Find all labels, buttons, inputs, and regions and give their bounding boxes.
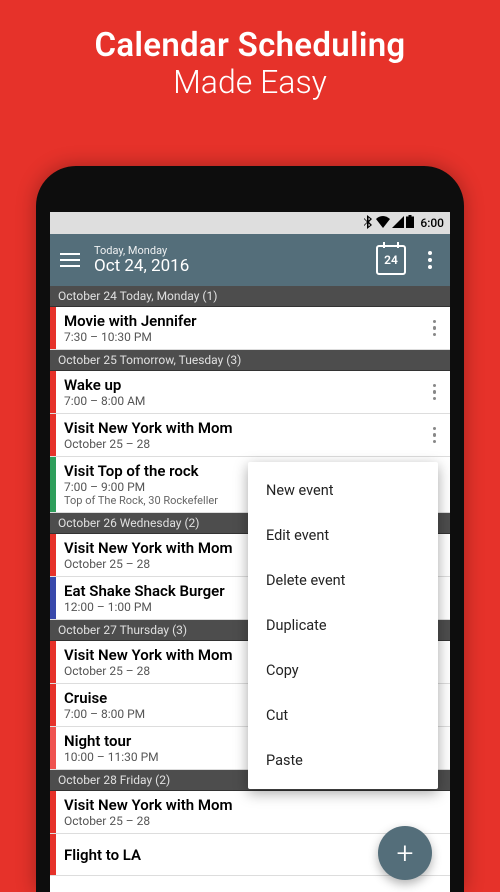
- menu-item[interactable]: Paste: [248, 738, 438, 783]
- event-title: Visit New York with Mom: [64, 796, 442, 814]
- section-header: October 25 Tomorrow, Tuesday (3): [50, 350, 450, 371]
- event-row[interactable]: Movie with Jennifer7:30 – 10:30 PM: [50, 307, 450, 350]
- promo-header: Calendar Scheduling Made Easy: [0, 0, 500, 121]
- menu-item[interactable]: Duplicate: [248, 603, 438, 648]
- event-body: Visit New York with MomOctober 25 – 28: [56, 414, 419, 456]
- event-body: Visit New York with MomOctober 25 – 28: [56, 791, 450, 833]
- bluetooth-icon: [364, 215, 374, 232]
- phone-frame: 6:00 Today, Monday Oct 24, 2016 24 Octob…: [36, 166, 464, 892]
- promo-subtitle: Made Easy: [0, 63, 500, 101]
- event-subtitle: October 25 – 28: [64, 814, 442, 828]
- event-overflow-icon[interactable]: [419, 376, 451, 409]
- phone-screen: 6:00 Today, Monday Oct 24, 2016 24 Octob…: [50, 212, 450, 892]
- promo-title: Calendar Scheduling: [0, 26, 500, 65]
- event-title: Movie with Jennifer: [64, 312, 411, 330]
- event-row[interactable]: Visit New York with MomOctober 25 – 28: [50, 791, 450, 834]
- event-row[interactable]: Wake up7:00 – 8:00 AM: [50, 371, 450, 414]
- menu-item[interactable]: Delete event: [248, 558, 438, 603]
- event-title: Visit New York with Mom: [64, 419, 411, 437]
- app-bar: Today, Monday Oct 24, 2016 24: [50, 234, 450, 286]
- date-selector[interactable]: Today, Monday Oct 24, 2016: [94, 245, 362, 276]
- menu-item[interactable]: Copy: [248, 648, 438, 693]
- event-subtitle: 7:30 – 10:30 PM: [64, 330, 411, 344]
- menu-item[interactable]: New event: [248, 468, 438, 513]
- event-row[interactable]: Visit New York with MomOctober 25 – 28: [50, 414, 450, 457]
- event-subtitle: October 25 – 28: [64, 437, 411, 451]
- overflow-menu-icon[interactable]: [420, 245, 440, 275]
- add-event-fab[interactable]: +: [378, 826, 432, 880]
- status-bar: 6:00: [50, 212, 450, 234]
- event-body: Wake up7:00 – 8:00 AM: [56, 371, 419, 413]
- event-overflow-icon[interactable]: [419, 419, 451, 452]
- battery-icon: [406, 215, 414, 231]
- event-subtitle: 7:00 – 8:00 AM: [64, 394, 411, 408]
- date-small: Today, Monday: [94, 245, 362, 257]
- calendar-today-icon[interactable]: 24: [376, 245, 406, 275]
- menu-item[interactable]: Cut: [248, 693, 438, 738]
- wifi-icon: [376, 216, 390, 231]
- signal-icon: [392, 216, 404, 231]
- event-overflow-icon[interactable]: [419, 312, 451, 345]
- context-menu: New eventEdit eventDelete eventDuplicate…: [248, 462, 438, 789]
- event-body: Movie with Jennifer7:30 – 10:30 PM: [56, 307, 419, 349]
- plus-icon: +: [397, 836, 414, 871]
- status-time: 6:00: [420, 216, 444, 230]
- menu-icon[interactable]: [60, 253, 80, 268]
- menu-item[interactable]: Edit event: [248, 513, 438, 558]
- date-large: Oct 24, 2016: [94, 257, 362, 276]
- section-header: October 24 Today, Monday (1): [50, 286, 450, 307]
- event-title: Wake up: [64, 376, 411, 394]
